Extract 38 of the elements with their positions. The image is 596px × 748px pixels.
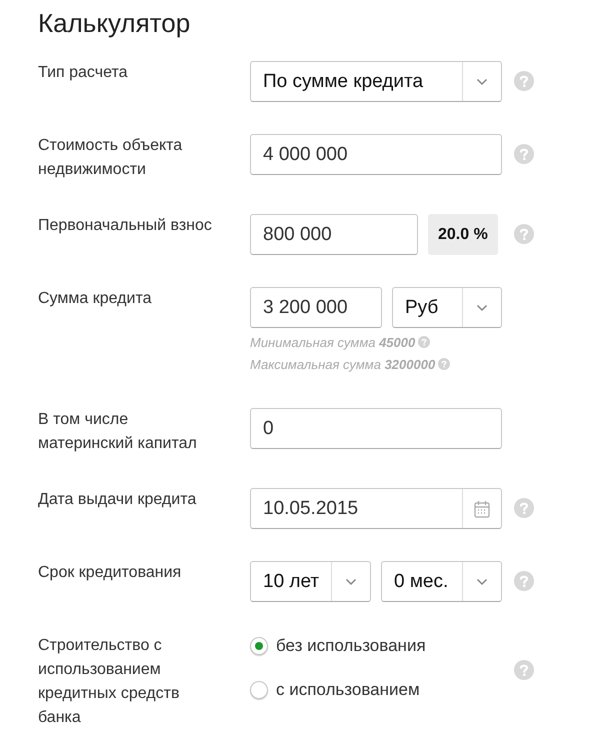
help-icon[interactable] <box>514 498 534 518</box>
field-label: Первоначальный взнос <box>38 216 213 236</box>
dropdown[interactable]: 10 лет <box>250 561 371 602</box>
field-label: Срок кредитования <box>38 563 182 583</box>
field-label: Дата выдачи кредита <box>38 490 198 510</box>
radio-label[interactable]: без использования <box>276 636 426 656</box>
chevron-down-icon <box>345 578 358 586</box>
field-label: В том числе материнский капитал <box>38 410 198 454</box>
radio-button[interactable] <box>250 681 268 699</box>
help-icon[interactable] <box>438 358 450 370</box>
help-icon[interactable] <box>514 660 534 680</box>
input-field[interactable]: 4 000 000 <box>250 134 502 175</box>
field-label: Сумма кредита <box>38 289 152 309</box>
help-icon[interactable] <box>514 144 534 164</box>
calendar-icon <box>474 500 490 518</box>
input-field[interactable]: 0 <box>250 408 502 449</box>
percent-badge: 20.0 % <box>428 214 498 255</box>
field-label: Стоимость объекта недвижимости <box>38 136 184 180</box>
chevron-down-icon <box>476 578 488 586</box>
help-icon[interactable] <box>514 71 534 91</box>
input-field[interactable]: 800 000 <box>250 214 418 255</box>
dropdown[interactable]: Руб <box>392 287 502 328</box>
dropdown[interactable]: 0 мес. <box>381 561 502 602</box>
help-icon[interactable] <box>514 224 534 244</box>
help-icon[interactable] <box>514 571 534 591</box>
chevron-down-icon <box>476 78 488 86</box>
radio-button[interactable] <box>250 637 268 655</box>
input-field[interactable]: 3 200 000 <box>250 287 382 328</box>
dropdown[interactable]: По сумме кредита <box>250 61 502 102</box>
hint-text: Максимальная сумма 3200000 <box>250 357 436 372</box>
field-label: Строительство с использованием кредитных средств банка <box>38 636 180 728</box>
date-field[interactable]: 10.05.2015 <box>250 488 502 529</box>
chevron-down-icon <box>476 304 488 312</box>
field-label: Тип расчета <box>38 63 128 83</box>
page-title: Калькулятор <box>38 8 192 39</box>
help-icon[interactable] <box>418 336 430 348</box>
hint-text: Минимальная сумма 45000 <box>250 335 416 350</box>
radio-label[interactable]: с использованием <box>276 680 420 700</box>
